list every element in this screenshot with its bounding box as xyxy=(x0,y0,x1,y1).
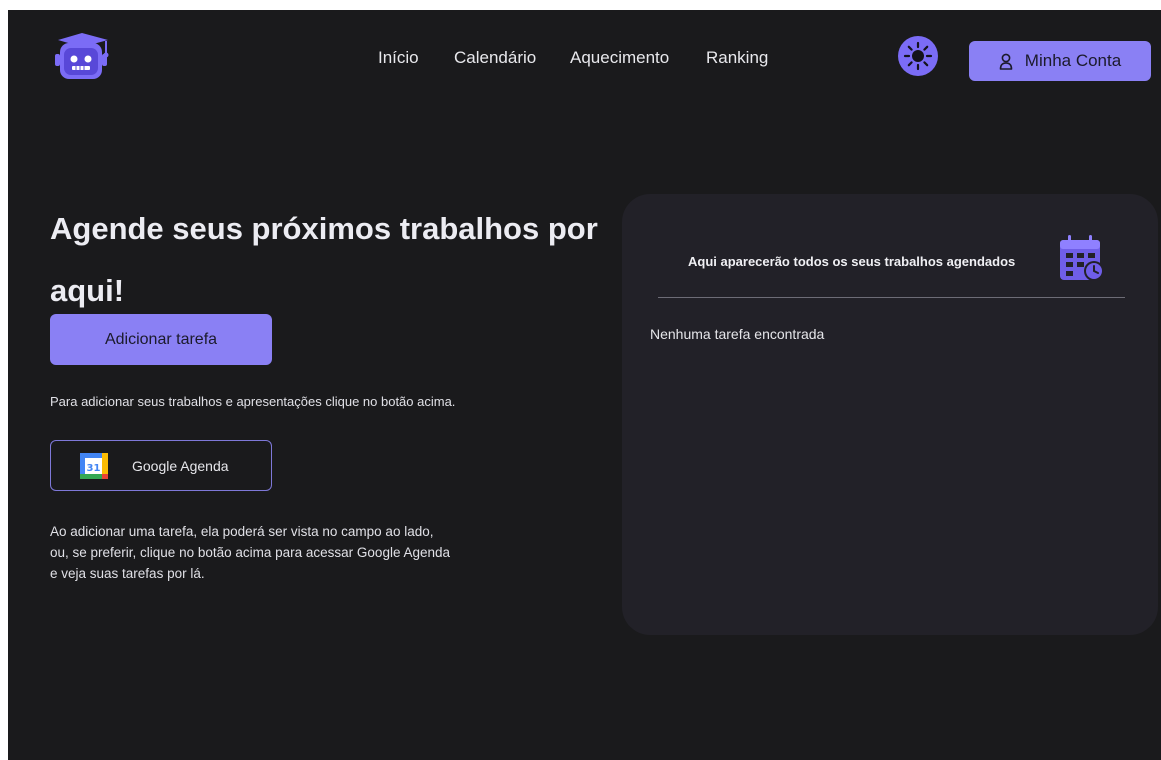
add-task-hint: Para adicionar seus trabalhos e apresent… xyxy=(50,394,456,409)
empty-state-text: Nenhuma tarefa encontrada xyxy=(650,326,825,342)
nav-link-ranking[interactable]: Ranking xyxy=(706,48,768,68)
nav-link-inicio[interactable]: Início xyxy=(378,48,419,68)
nav-link-calendario[interactable]: Calendário xyxy=(454,48,536,68)
google-calendar-icon: 31 xyxy=(80,452,108,479)
panel-divider xyxy=(658,297,1125,298)
description-text: Ao adicionar uma tarefa, ela poderá ser … xyxy=(50,524,451,581)
scheduled-tasks-panel: Aqui aparecerão todos os seus trabalhos … xyxy=(622,194,1158,635)
calendar-schedule-icon xyxy=(1060,235,1104,281)
account-button[interactable]: Minha Conta xyxy=(969,41,1151,81)
account-button-label: Minha Conta xyxy=(1024,51,1122,70)
panel-title: Aqui aparecerão todos os seus trabalhos … xyxy=(688,254,1016,269)
google-agenda-button[interactable]: 31 Google Agenda xyxy=(50,440,272,491)
page-title: Agende seus próximos trabalhos por aqui! xyxy=(50,211,598,308)
theme-toggle-button[interactable] xyxy=(898,36,938,76)
logo-icon[interactable] xyxy=(52,32,114,82)
google-agenda-label: Google Agenda xyxy=(132,457,229,474)
add-task-button-label: Adicionar tarefa xyxy=(104,330,218,348)
google-calendar-day: 31 xyxy=(87,463,101,474)
add-task-button[interactable]: Adicionar tarefa xyxy=(50,314,272,365)
app-window: Início Calendário Aquecimento Ranking Mi… xyxy=(8,10,1161,760)
sun-icon xyxy=(903,41,933,71)
nav-link-aquecimento[interactable]: Aquecimento xyxy=(570,48,669,68)
user-icon xyxy=(999,53,1013,70)
